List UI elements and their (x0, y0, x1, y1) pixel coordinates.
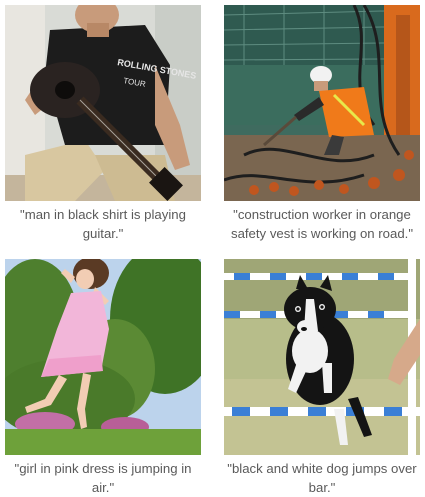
dog-agility-photo (224, 259, 420, 455)
guitar-player-photo: ROLLING STONES TOUR (5, 5, 201, 201)
caption-3: "girl in pink dress is jumping in air." (14, 461, 192, 495)
caption-4: "black and white dog jumps over bar." (227, 461, 417, 495)
construction-worker-photo (224, 5, 420, 201)
caption-2: "construction worker in orange safety ve… (230, 207, 414, 241)
caption-1: "man in black shirt is playing guitar." (20, 207, 186, 241)
girl-jumping-photo (5, 259, 201, 455)
